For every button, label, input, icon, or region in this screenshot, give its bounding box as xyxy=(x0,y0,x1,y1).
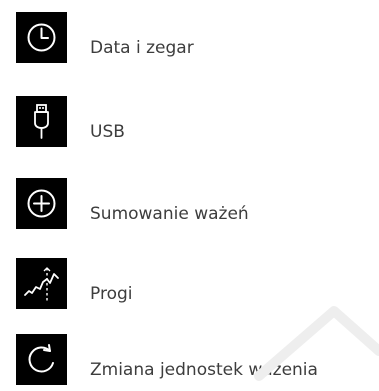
menu-item-label: Progi xyxy=(90,284,133,304)
settings-menu: Data i zegar USB Sumowanie ważeń Progi Z… xyxy=(0,0,379,391)
menu-item-label: Zmiana jednostek ważenia xyxy=(90,360,318,380)
menu-item-usb[interactable]: USB xyxy=(0,96,379,156)
clock-icon xyxy=(16,12,67,63)
menu-item-label: Sumowanie ważeń xyxy=(90,204,249,224)
menu-item-date-clock[interactable]: Data i zegar xyxy=(0,12,379,72)
usb-icon xyxy=(16,96,67,147)
menu-item-unit-change[interactable]: Zmiana jednostek ważenia xyxy=(0,334,379,391)
thresholds-chart-icon xyxy=(16,258,67,309)
menu-item-weighing-sum[interactable]: Sumowanie ważeń xyxy=(0,178,379,238)
menu-item-thresholds[interactable]: Progi xyxy=(0,258,379,318)
menu-item-label: Data i zegar xyxy=(90,38,194,58)
menu-item-label: USB xyxy=(90,122,125,142)
plus-circle-icon xyxy=(16,178,67,229)
refresh-icon xyxy=(16,334,67,385)
